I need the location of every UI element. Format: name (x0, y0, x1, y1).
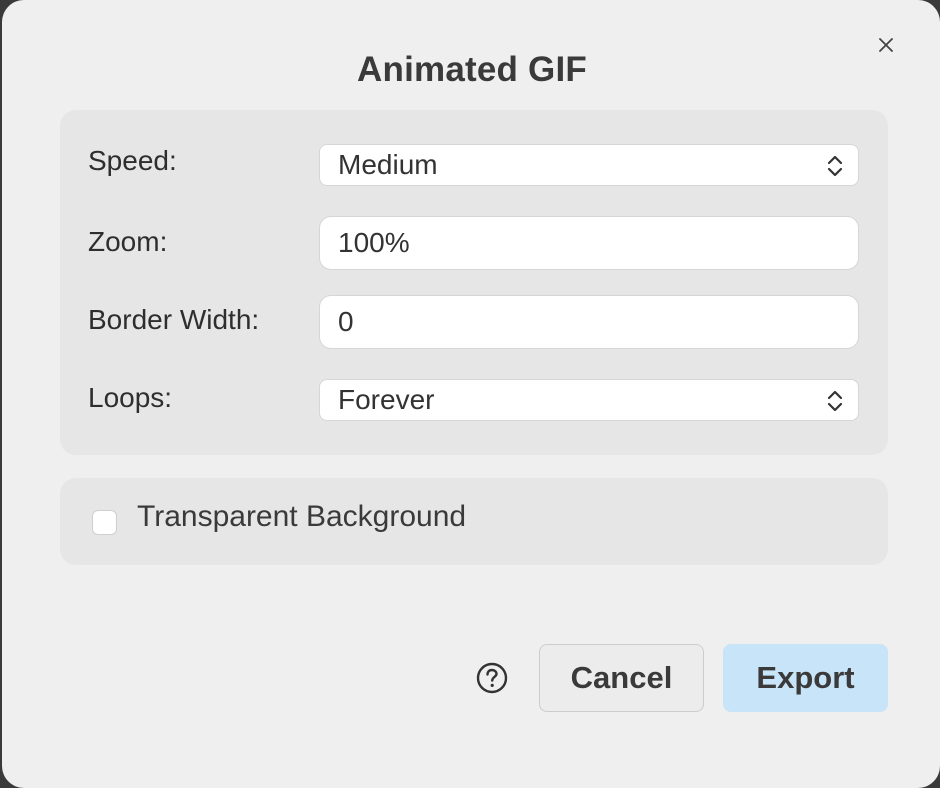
help-button[interactable] (476, 662, 508, 694)
dialog-title: Animated GIF (357, 50, 587, 89)
chevron-up-down-icon (827, 155, 843, 177)
speed-label: Speed: (88, 145, 177, 176)
zoom-field[interactable]: 100% (319, 216, 859, 270)
export-button[interactable]: Export (723, 644, 888, 712)
animated-gif-dialog: Animated GIF Speed: Medium Zoom: 100% Bo… (2, 0, 940, 788)
loops-select[interactable]: Forever (319, 379, 859, 421)
transparent-background-checkbox[interactable] (92, 510, 117, 535)
border-width-field[interactable]: 0 (319, 295, 859, 349)
cancel-button[interactable]: Cancel (539, 644, 704, 712)
speed-value: Medium (338, 149, 438, 180)
border-width-label: Border Width: (88, 304, 260, 335)
border-width-value: 0 (338, 306, 354, 337)
loops-label: Loops: (88, 382, 173, 413)
chevron-up-down-icon (827, 390, 843, 412)
transparent-background-label[interactable]: Transparent Background (137, 500, 466, 534)
zoom-label: Zoom: (88, 226, 168, 257)
question-circle-icon (476, 662, 508, 694)
loops-value: Forever (338, 384, 435, 415)
speed-select[interactable]: Medium (319, 144, 859, 186)
zoom-value: 100% (338, 227, 410, 258)
settings-panel: Speed: Medium Zoom: 100% Border Width: 0… (60, 110, 888, 455)
options-panel: Transparent Background (60, 478, 888, 565)
